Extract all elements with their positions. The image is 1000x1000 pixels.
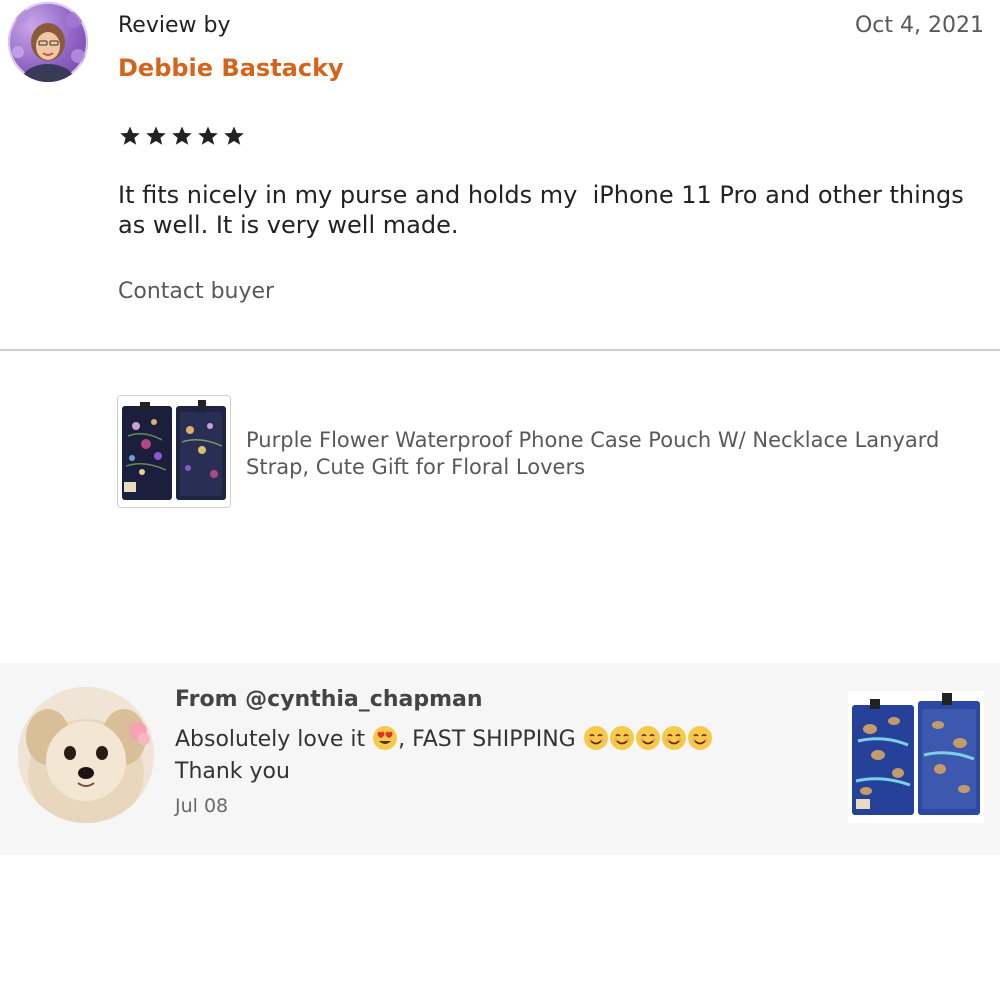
message-text-part2: , FAST SHIPPING (398, 727, 583, 752)
heart-eyes-emoji-icon (373, 726, 398, 750)
product-thumbnail-image (118, 396, 230, 507)
star-icon (120, 126, 140, 145)
star-icon (146, 126, 166, 145)
dog-avatar-image (18, 687, 154, 823)
smiling-emoji-row (583, 726, 713, 752)
smiling-face-emoji-icon (583, 726, 608, 750)
message-product-photo[interactable] (848, 691, 984, 823)
reviewer-name-link[interactable]: Debbie Bastacky (118, 52, 344, 84)
star-icon (172, 126, 192, 145)
message-text-part1: Absolutely love it (175, 727, 373, 752)
section-divider (0, 349, 1000, 351)
reviewer-avatar[interactable] (8, 2, 88, 82)
buyer-message-card: From @cynthia_chapman Absolutely love it… (0, 663, 1000, 855)
smiling-face-emoji-icon (635, 726, 660, 750)
smiling-face-emoji-icon (609, 726, 634, 750)
product-thumbnail[interactable] (117, 395, 231, 508)
review-date: Oct 4, 2021 (854, 13, 984, 38)
product-title-link[interactable]: Purple Flower Waterproof Phone Case Pouc… (246, 427, 990, 481)
smiling-face-emoji-icon (661, 726, 686, 750)
dog-avatar[interactable] (18, 687, 154, 823)
message-date: Jul 08 (175, 795, 229, 817)
star-rating (118, 124, 246, 148)
contact-buyer-link[interactable]: Contact buyer (118, 277, 274, 307)
message-sender[interactable]: From @cynthia_chapman (175, 685, 483, 715)
message-line-1: Absolutely love it , FAST SHIPPING (175, 724, 795, 756)
message-line-2: Thank you (175, 759, 290, 784)
message-product-photo-image (848, 691, 984, 823)
star-icon (198, 126, 218, 145)
reviewer-avatar-image (12, 9, 85, 82)
message-text: Absolutely love it , FAST SHIPPING Thank… (175, 724, 795, 788)
star-icon (224, 126, 244, 145)
review-text: It fits nicely in my purse and holds my … (118, 181, 972, 239)
smiling-face-emoji-icon (687, 726, 712, 750)
review-by-label: Review by (118, 13, 231, 38)
